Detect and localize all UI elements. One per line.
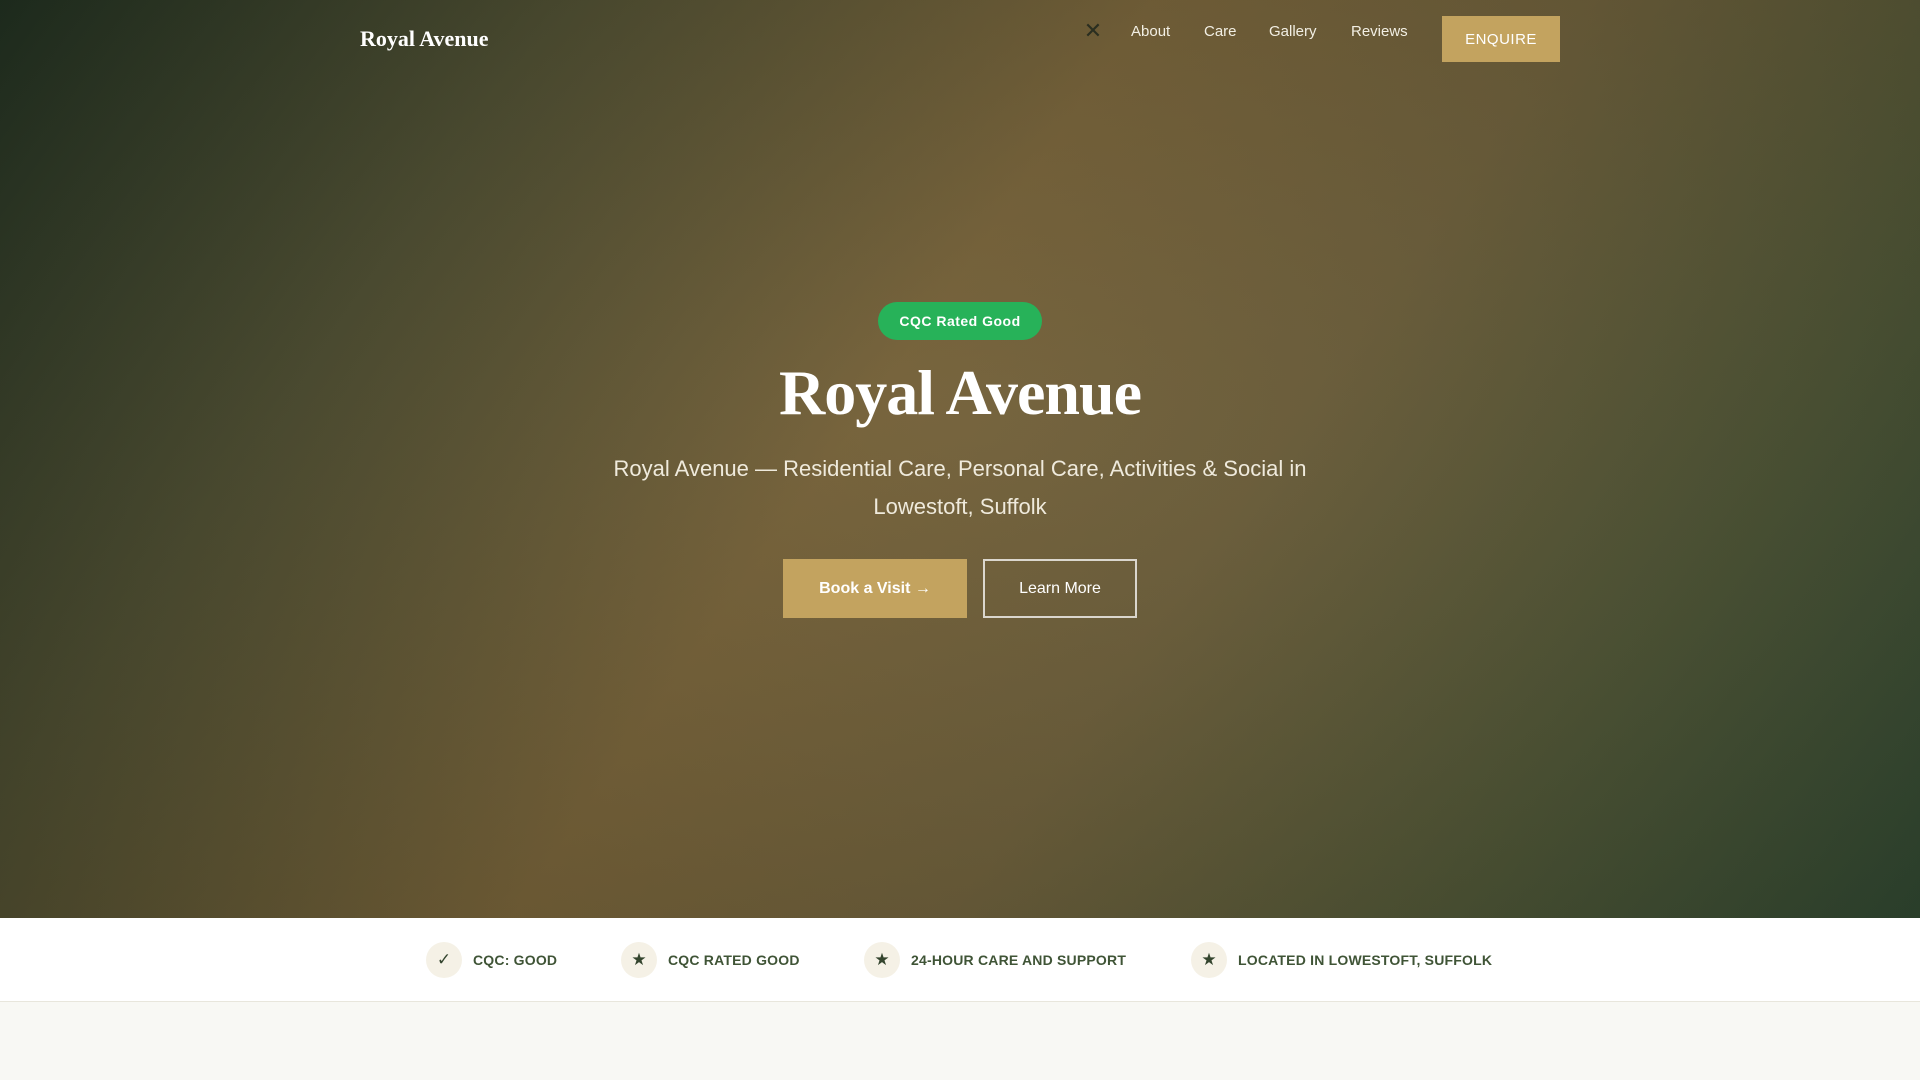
hero-subtitle: Royal Avenue — Residential Care, Persona… (613, 456, 1307, 519)
trust-bar: ✓ CQC: GOOD ★ CQC RATED GOOD ★ 24-HOUR C… (0, 918, 1920, 1002)
cqc-rating-badge: CQC Rated Good (878, 302, 1042, 340)
check-icon: ✓ (426, 942, 462, 978)
trust-item-location: ★ LOCATED IN LOWESTOFT, SUFFOLK (1191, 941, 1492, 979)
content-section (0, 1002, 1920, 1080)
learn-more-button[interactable]: Learn More (983, 559, 1137, 618)
trust-item-label: LOCATED IN LOWESTOFT, SUFFOLK (1238, 952, 1493, 968)
trust-item-cqc-good: ✓ CQC: GOOD (426, 941, 557, 979)
star-icon: ★ (621, 942, 657, 978)
trust-item-label: CQC: GOOD (473, 952, 558, 968)
trust-item-24-hour-care: ★ 24-HOUR CARE AND SUPPORT (864, 941, 1126, 979)
star-icon: ★ (1191, 942, 1227, 978)
trust-item-label: 24-HOUR CARE AND SUPPORT (911, 952, 1127, 968)
trust-item-cqc-rated: ★ CQC RATED GOOD (621, 941, 800, 979)
hero-title: Royal Avenue (779, 357, 1142, 428)
hero-content: CQC Rated Good Royal Avenue Royal Avenue… (0, 0, 1920, 918)
star-icon: ★ (864, 942, 900, 978)
trust-item-label: CQC RATED GOOD (668, 952, 800, 968)
book-visit-button[interactable]: Book a Visit → (783, 559, 967, 618)
